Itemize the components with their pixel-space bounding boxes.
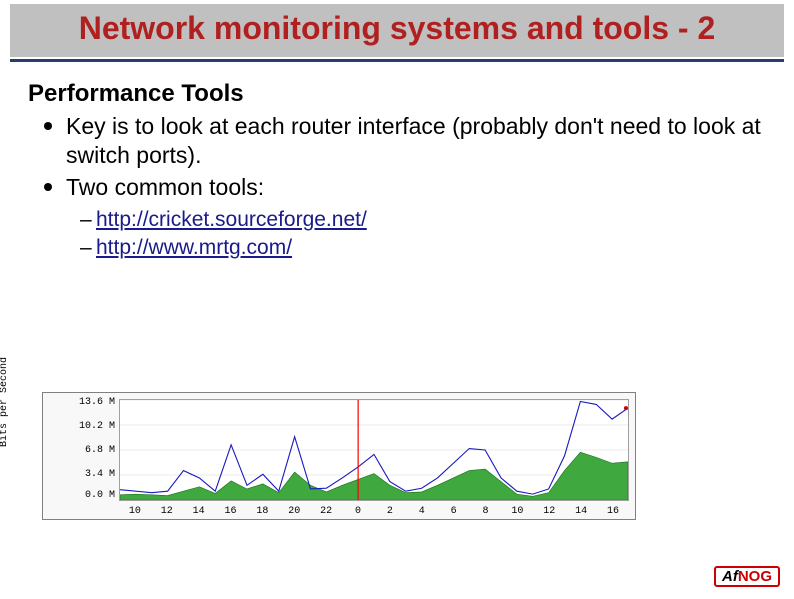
xtick: 18 (247, 506, 279, 517)
sublink-item: –http://cricket.sourceforge.net/ (80, 206, 774, 234)
xtick: 4 (406, 506, 438, 517)
ytick: 6.8 M (77, 445, 115, 456)
xtick: 10 (502, 506, 534, 517)
xtick: 6 (438, 506, 470, 517)
title-bar: Network monitoring systems and tools - 2 (10, 4, 784, 57)
xtick: 12 (151, 506, 183, 517)
slide: Network monitoring systems and tools - 2… (0, 4, 794, 599)
bullet-item: Two common tools: (44, 173, 774, 202)
logo-nog: NOG (738, 569, 772, 584)
section-heading: Performance Tools (28, 80, 774, 108)
chart-ylabel: Bits per Second (0, 357, 10, 447)
bullet-list: Key is to look at each router interface … (28, 112, 774, 202)
logo-af: Af (722, 569, 738, 584)
ytick: 10.2 M (77, 421, 115, 432)
sublink-item: –http://www.mrtg.com/ (80, 234, 774, 262)
bullet-item: Key is to look at each router interface … (44, 112, 774, 170)
link-cricket[interactable]: http://cricket.sourceforge.net/ (96, 208, 367, 231)
xtick: 8 (470, 506, 502, 517)
chart-plot-area (119, 399, 629, 501)
xtick: 2 (374, 506, 406, 517)
ytick: 3.4 M (77, 469, 115, 480)
xtick: 14 (183, 506, 215, 517)
sublink-list: –http://cricket.sourceforge.net/ –http:/… (28, 206, 774, 263)
xtick: 0 (342, 506, 374, 517)
content-area: Performance Tools Key is to look at each… (0, 62, 794, 263)
link-mrtg[interactable]: http://www.mrtg.com/ (96, 236, 292, 259)
xtick: 22 (310, 506, 342, 517)
xtick: 16 (215, 506, 247, 517)
ytick: 0.0 M (77, 490, 115, 501)
xtick: 12 (533, 506, 565, 517)
ytick: 13.6 M (77, 397, 115, 408)
xtick: 16 (597, 506, 629, 517)
chart-svg (120, 400, 628, 500)
slide-title: Network monitoring systems and tools - 2 (20, 10, 774, 47)
afnog-logo: AfNOG (714, 566, 780, 587)
xtick: 14 (565, 506, 597, 517)
xtick: 20 (278, 506, 310, 517)
traffic-chart: Bits per Second 13.6 M 10.2 M 6.8 M 3.4 … (42, 392, 636, 520)
xtick-row: 101214161820220246810121416 (119, 506, 629, 517)
xtick: 10 (119, 506, 151, 517)
